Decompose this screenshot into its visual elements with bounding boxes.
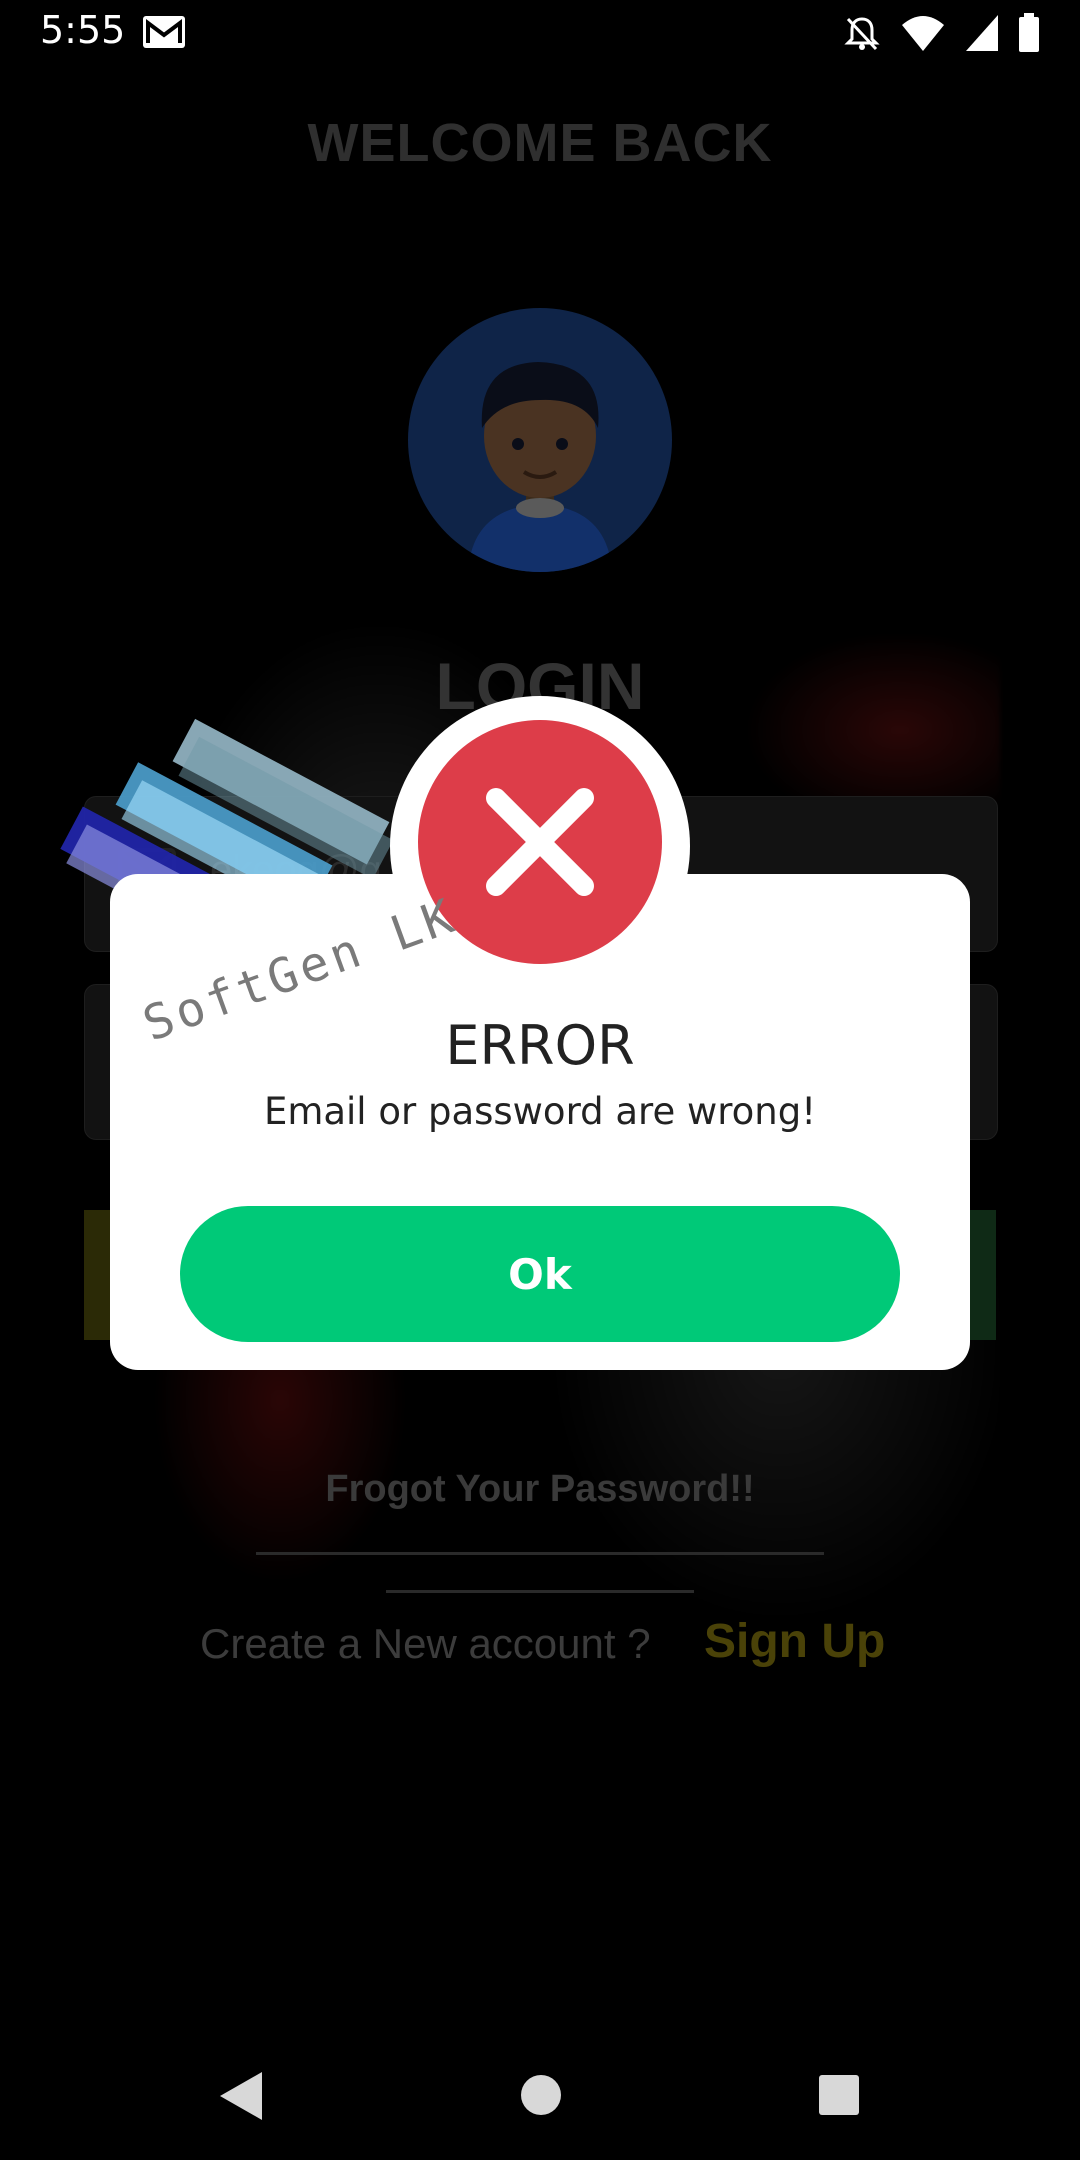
battery-icon [1019, 13, 1039, 52]
forgot-password-link[interactable]: Frogot Your Password!! [0, 1468, 1080, 1511]
recents-icon[interactable] [818, 2074, 860, 2116]
gmail-icon [143, 16, 185, 48]
home-icon[interactable] [520, 2074, 562, 2116]
avatar [408, 308, 672, 572]
user-avatar-icon [468, 362, 612, 572]
back-icon[interactable] [218, 2070, 264, 2122]
navigation-bar [0, 2040, 1080, 2160]
notifications-off-icon [844, 17, 880, 51]
wifi-icon [902, 16, 944, 51]
sign-up-link[interactable]: Sign Up [704, 1614, 885, 1669]
status-icons [842, 12, 1040, 54]
create-account-text: Create a New account ? [200, 1620, 651, 1667]
forgot-underline [256, 1552, 824, 1555]
signup-divider [386, 1590, 694, 1593]
ok-button[interactable]: Ok [180, 1206, 900, 1342]
status-time: 5:55 [40, 8, 126, 52]
dialog-title: ERROR [445, 1014, 635, 1077]
cellular-signal-icon [966, 15, 998, 51]
dialog-message: Email or password are wrong! [263, 1090, 817, 1133]
status-bar: 5:55 [0, 0, 1080, 66]
welcome-title: WELCOME BACK [307, 113, 773, 173]
